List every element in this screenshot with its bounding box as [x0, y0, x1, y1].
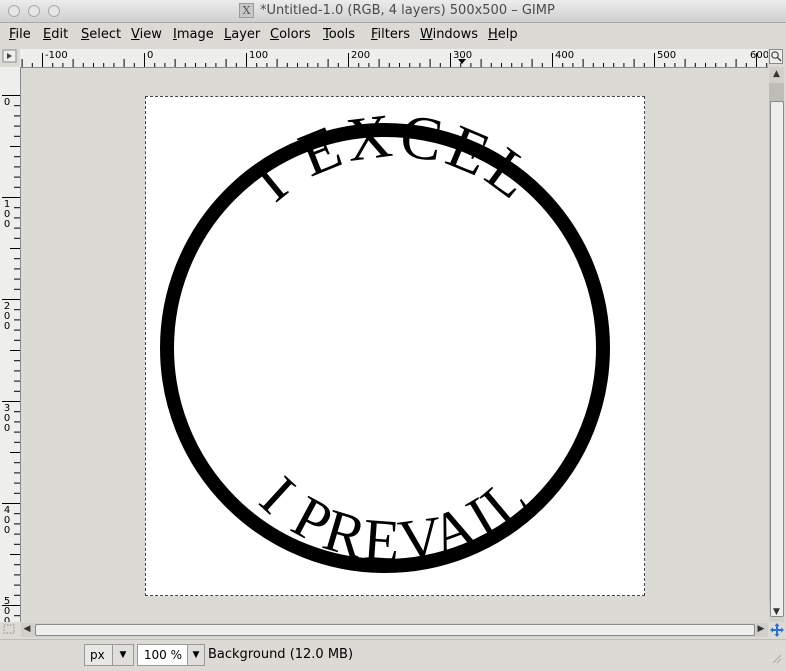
menu-view[interactable]: View	[131, 27, 162, 42]
scroll-left-arrow-icon[interactable]: ◀	[21, 622, 33, 637]
image-menu-button[interactable]	[2, 49, 18, 65]
menu-tools[interactable]: Tools	[323, 27, 355, 42]
ruler-label: 400	[555, 50, 575, 61]
magnifier-icon	[771, 51, 782, 62]
menu-select[interactable]: Select	[81, 27, 121, 42]
ruler-label: 400	[3, 505, 11, 536]
vertical-ruler[interactable]: 0 100 200 300 400 500	[0, 67, 21, 622]
menu-colors[interactable]: Colors	[270, 27, 311, 42]
menu-image[interactable]: Image	[173, 27, 214, 42]
ruler-label: 300	[3, 403, 11, 434]
minimize-window-button[interactable]	[28, 5, 40, 17]
ruler-label: 500	[657, 50, 677, 61]
ruler-label: 100	[3, 199, 11, 230]
move-cross-icon	[770, 623, 784, 637]
ruler-label: 500	[3, 596, 11, 623]
navigate-button[interactable]	[769, 623, 785, 637]
horizontal-scrollbar[interactable]: ◀ ▶	[21, 623, 768, 637]
status-message: Background (12.0 MB)	[208, 647, 354, 662]
vertical-scroll-thumb[interactable]	[770, 101, 784, 617]
ruler-label: 100	[249, 50, 269, 61]
horizontal-ruler[interactable]: -100 0 100 200 300 400 500 600	[20, 49, 768, 68]
top-arc-text: I EXCEL	[241, 101, 548, 214]
ruler-label: 600	[750, 50, 768, 61]
pointer-coordinates	[4, 643, 80, 667]
zoom-value[interactable]: 100 %	[144, 648, 182, 662]
unit-selector[interactable]: px ▼	[84, 644, 134, 666]
vertical-ruler-ticks	[2, 95, 20, 617]
ruler-label: 0	[3, 97, 11, 108]
horizontal-scroll-thumb[interactable]	[35, 624, 755, 636]
quick-mask-toggle[interactable]	[3, 624, 17, 636]
stamp-ring	[160, 123, 610, 573]
zoom-selector[interactable]: 100 % ▼	[137, 644, 205, 666]
ruler-label: -100	[45, 50, 68, 61]
horizontal-ruler-ticks	[21, 53, 768, 67]
window-title: *Untitled-1.0 (RGB, 4 layers) 500x500 – …	[260, 3, 555, 18]
x11-app-icon: X	[239, 3, 254, 18]
dotted-square-icon	[3, 624, 15, 634]
ruler-label: 0	[147, 50, 154, 61]
title-bar: X *Untitled-1.0 (RGB, 4 layers) 500x500 …	[0, 0, 786, 23]
scroll-up-arrow-icon[interactable]: ▲	[769, 67, 784, 82]
triangle-right-icon	[2, 49, 17, 63]
menu-edit[interactable]: Edit	[43, 27, 68, 42]
unit-dropdown-arrow-icon[interactable]: ▼	[112, 645, 133, 665]
ruler-label: 300	[453, 50, 473, 61]
menu-file[interactable]: File	[9, 27, 31, 42]
scroll-down-arrow-icon[interactable]: ▼	[769, 605, 784, 620]
zoom-dropdown-arrow-icon[interactable]: ▼	[187, 645, 204, 665]
resize-grip-icon[interactable]	[770, 652, 784, 666]
ruler-label: 200	[351, 50, 371, 61]
stamp-artwork: I EXCEL I PREVAIL	[160, 101, 610, 575]
ruler-label: 200	[3, 301, 11, 332]
menu-windows[interactable]: Windows	[420, 27, 478, 42]
canvas-area[interactable]: I EXCEL I PREVAIL	[21, 68, 768, 622]
zoom-window-button[interactable]	[48, 5, 60, 17]
vertical-scroll-track[interactable]	[769, 83, 784, 617]
close-window-button[interactable]	[8, 5, 20, 17]
menu-bar: File Edit Select View Image Layer Colors…	[0, 23, 786, 47]
image-canvas[interactable]: I EXCEL I PREVAIL	[145, 96, 645, 596]
vertical-scrollbar[interactable]: ▲ ▼	[769, 67, 784, 622]
menu-layer[interactable]: Layer	[224, 27, 260, 42]
menu-help[interactable]: Help	[488, 27, 518, 42]
zoom-fit-button[interactable]	[769, 49, 783, 64]
scroll-right-arrow-icon[interactable]: ▶	[755, 622, 767, 637]
unit-value: px	[90, 648, 105, 662]
status-bar: px ▼ 100 % ▼ Background (12.0 MB)	[0, 639, 786, 671]
bottom-arc-text: I PREVAIL	[248, 463, 542, 575]
menu-filters[interactable]: Filters	[371, 27, 410, 42]
